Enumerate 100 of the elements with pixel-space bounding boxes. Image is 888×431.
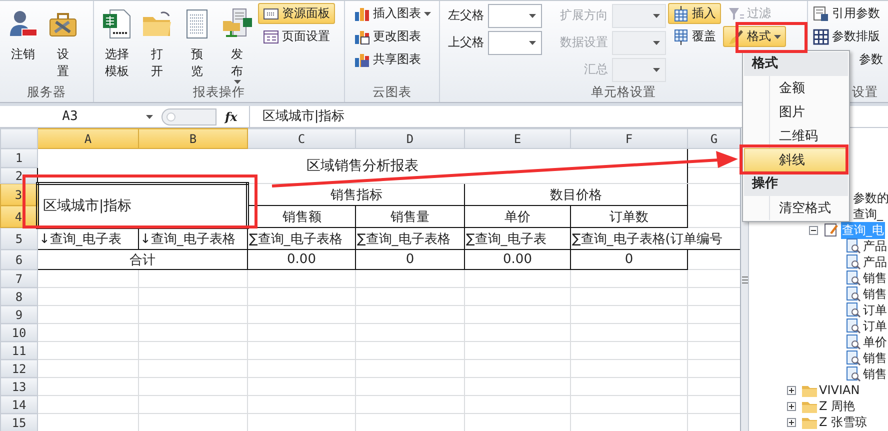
tree-item[interactable]: 订单: [845, 318, 887, 334]
expander-icon[interactable]: [787, 386, 796, 394]
menu-header: 格式: [744, 52, 848, 76]
table-cell: 单价: [464, 206, 570, 228]
column-header[interactable]: F: [570, 128, 688, 148]
group-label: 报表操作: [193, 84, 245, 99]
ribbon-button[interactable]: 参数: [858, 49, 885, 70]
insert-function-button[interactable]: fx: [225, 110, 238, 124]
tree-item[interactable]: 产品: [845, 238, 887, 254]
column-header[interactable]: E: [464, 128, 570, 148]
name-box[interactable]: A3: [0, 109, 140, 124]
ribbon-button[interactable]: 设 置: [44, 3, 82, 83]
chart-save-icon: [354, 52, 370, 68]
menu-item[interactable]: 斜线: [744, 148, 848, 172]
report-title: 区域销售分析报表: [38, 148, 688, 184]
ribbon-button[interactable]: 注销: [4, 3, 42, 83]
row-header[interactable]: 8: [0, 288, 38, 306]
tree-item[interactable]: 销售: [845, 350, 887, 366]
row-header[interactable]: 9: [0, 306, 38, 324]
grid-cover-icon: [673, 28, 689, 44]
row-header[interactable]: 5: [0, 228, 38, 250]
tree-item[interactable]: Z 周艳: [787, 398, 856, 414]
tree-item[interactable]: 产品: [845, 254, 887, 270]
field-label: 上父格: [447, 34, 484, 51]
row-header[interactable]: 11: [0, 342, 38, 360]
caret-icon: [529, 40, 536, 44]
row-header[interactable]: 13: [0, 378, 38, 396]
column-header[interactable]: B: [138, 128, 248, 148]
server-icon: [221, 8, 253, 40]
column-header[interactable]: D: [356, 128, 464, 148]
group-label: 云图表: [372, 84, 412, 99]
field-icon: [845, 366, 861, 382]
ribbon-button[interactable]: 更改图表: [349, 26, 436, 47]
grid-insert-icon: [673, 6, 689, 22]
field-icon: [845, 286, 861, 302]
ribbon-button[interactable]: 格式: [723, 26, 786, 47]
ribbon-button[interactable]: 引用参数: [808, 3, 885, 24]
row-header[interactable]: 7: [0, 270, 38, 288]
field-icon: [845, 302, 861, 318]
ribbon-button[interactable]: 资源面板: [258, 3, 335, 24]
caret-icon: [653, 68, 660, 72]
field-icon: [845, 254, 861, 270]
row-header[interactable]: 6: [0, 250, 38, 270]
tree-item[interactable]: 查询_: [853, 206, 883, 222]
ribbon-button[interactable]: 打 开: [138, 3, 176, 83]
grid-icon: [813, 28, 829, 44]
tree-item[interactable]: 订单: [845, 302, 887, 318]
field-icon: [845, 270, 861, 286]
field-label: 左父格: [447, 7, 484, 24]
tree-item[interactable]: Z 张雪琼: [787, 414, 868, 430]
row-header[interactable]: 1: [0, 148, 38, 168]
row-header[interactable]: 14: [0, 396, 38, 414]
dropdown-field[interactable]: [488, 4, 542, 28]
field-label: 数据设置: [559, 34, 608, 51]
table-cell: 0: [570, 250, 688, 270]
expander-icon[interactable]: [787, 418, 796, 426]
expander-icon[interactable]: [787, 402, 796, 410]
row-header[interactable]: 10: [0, 324, 38, 342]
column-header[interactable]: A: [38, 128, 138, 148]
field-icon: [845, 318, 861, 334]
tree-item[interactable]: 单价: [845, 334, 887, 350]
ribbon-button[interactable]: 插入: [668, 3, 721, 24]
tree-item[interactable]: 参数的: [853, 190, 888, 206]
table-cell: ↓查询_电子表: [38, 228, 138, 250]
ribbon-button[interactable]: 发 布: [218, 3, 256, 83]
table-cell: 订单数: [570, 206, 688, 228]
column-header[interactable]: C: [248, 128, 356, 148]
ribbon-button[interactable]: 插入图表: [349, 3, 436, 24]
expander-icon[interactable]: [809, 226, 818, 234]
table-cell: 0: [356, 250, 464, 270]
ribbon-button[interactable]: 共享图表: [349, 49, 436, 70]
panel-icon: [263, 6, 279, 22]
table-cell: 销售量: [356, 206, 464, 228]
ribbon-button[interactable]: 覆盖: [668, 26, 721, 47]
chart-edit-icon: [354, 28, 370, 44]
dropdown-field[interactable]: [488, 30, 542, 54]
caret-icon: [653, 14, 660, 18]
annotation-frame: [736, 22, 808, 53]
caret-icon: [653, 40, 660, 44]
table-cell: 0.00: [248, 250, 356, 270]
tree-item[interactable]: VIVIAN: [787, 382, 860, 398]
caret-icon: [529, 14, 536, 18]
group-label: 服务器: [27, 84, 66, 99]
table-cell: 合计: [38, 250, 248, 270]
ribbon-button[interactable]: 选择 模板: [98, 3, 136, 83]
spreadsheet-file-icon: [101, 8, 133, 40]
table-cell: 区域城市|指标: [38, 184, 248, 228]
tree-item[interactable]: 销售: [845, 286, 887, 302]
ribbon-button[interactable]: 预 览: [178, 3, 216, 83]
table-cell: ∑查询_电子表格: [356, 228, 464, 250]
brush-icon: [728, 28, 744, 44]
row-header[interactable]: 15: [0, 414, 38, 431]
row-header[interactable]: 12: [0, 360, 38, 378]
column-header[interactable]: G: [688, 128, 740, 148]
tree-item[interactable]: 销售: [845, 366, 887, 382]
ribbon-button[interactable]: 参数排版: [808, 26, 885, 47]
group-label: 设置: [852, 84, 878, 99]
bar-chart-icon: [354, 6, 370, 22]
tree-item[interactable]: 销售: [845, 270, 887, 286]
ribbon-button[interactable]: 页面设置: [258, 26, 335, 47]
